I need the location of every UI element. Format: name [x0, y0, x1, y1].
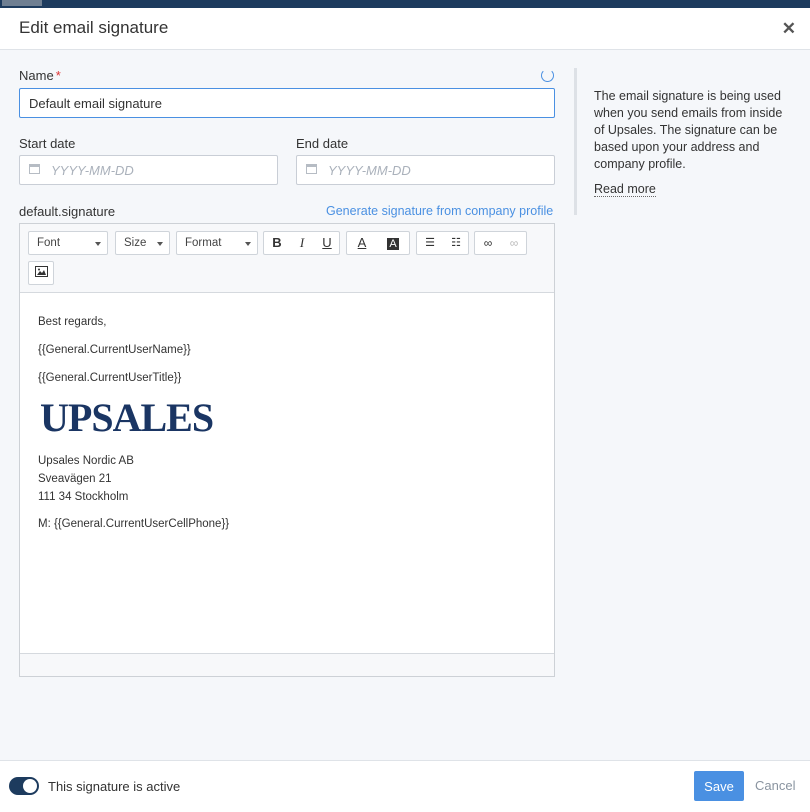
modal-title: Edit email signature [19, 18, 169, 37]
bold-button[interactable]: B [264, 232, 290, 254]
text-color-button[interactable]: A [349, 232, 375, 254]
sig-street: Sveavägen 21 [38, 473, 112, 485]
help-text: The email signature is being used when y… [594, 89, 783, 171]
text-style-group: B I U [263, 231, 340, 255]
editor-content[interactable]: Best regards, {{General.CurrentUserName}… [20, 293, 554, 653]
link-group: ∞ ∞ [474, 231, 527, 255]
insert-image-icon[interactable] [28, 261, 54, 285]
app-topbar [0, 0, 810, 8]
start-date-input[interactable]: YYYY-MM-DD [19, 155, 278, 185]
font-dropdown[interactable]: Font [28, 231, 108, 255]
sig-user-title: {{General.CurrentUserTitle}} [38, 372, 182, 384]
edit-signature-modal: Edit email signature ✕ Name * Default ema… [0, 8, 810, 812]
calendar-icon [306, 164, 317, 174]
end-date-input[interactable]: YYYY-MM-DD [296, 155, 555, 185]
company-logo: UPSALES [40, 395, 214, 440]
background-color-label: A [387, 238, 399, 250]
sig-phone: M: {{General.CurrentUserCellPhone}} [38, 518, 230, 530]
signature-label: default.signature [19, 204, 116, 219]
image-icon [34, 266, 48, 277]
calendar-icon [29, 164, 40, 174]
save-button[interactable]: Save [694, 771, 744, 801]
link-icon[interactable]: ∞ [475, 232, 501, 254]
editor-toolbar: Font Size Format B I U A A ☰ ☷ ∞ ∞ [20, 224, 554, 293]
sidebar-divider [574, 68, 577, 215]
start-date-placeholder: YYYY-MM-DD [51, 163, 134, 178]
background-color-button[interactable]: A [380, 232, 406, 254]
modal-footer: This signature is active Save Cancel [0, 760, 810, 812]
format-dropdown-label: Format [185, 237, 222, 249]
font-dropdown-label: Font [37, 237, 61, 249]
sig-greeting: Best regards, [38, 316, 107, 328]
loading-spinner-icon [541, 69, 554, 82]
signature-editor[interactable]: Font Size Format B I U A A ☰ ☷ ∞ ∞ Best … [19, 223, 555, 677]
app-tab [2, 0, 42, 6]
generate-signature-link[interactable]: Generate signature from company profile [326, 204, 553, 218]
chevron-down-icon [245, 242, 251, 246]
chevron-down-icon [157, 242, 163, 246]
bulleted-list-icon[interactable]: ☷ [443, 232, 469, 254]
end-date-placeholder: YYYY-MM-DD [328, 163, 411, 178]
read-more-link[interactable]: Read more [594, 182, 656, 197]
start-date-label: Start date [19, 136, 76, 151]
unlink-icon[interactable]: ∞ [501, 232, 527, 254]
end-date-label: End date [296, 136, 349, 151]
cancel-button[interactable]: Cancel [755, 778, 795, 793]
chevron-down-icon [95, 242, 101, 246]
list-group: ☰ ☷ [416, 231, 469, 255]
color-group: A A [346, 231, 410, 255]
name-input[interactable]: Default email signature [19, 88, 555, 118]
close-icon[interactable]: ✕ [782, 19, 796, 39]
modal-header: Edit email signature ✕ [0, 8, 810, 50]
size-dropdown[interactable]: Size [115, 231, 170, 255]
required-marker: * [55, 68, 61, 83]
format-dropdown[interactable]: Format [176, 231, 258, 255]
sig-user-name: {{General.CurrentUserName}} [38, 344, 191, 356]
size-dropdown-label: Size [124, 237, 147, 249]
toggle-knob [23, 779, 37, 793]
name-label-text: Name [19, 68, 54, 83]
sig-city: 111 34 Stockholm [38, 491, 129, 503]
active-toggle-label: This signature is active [48, 779, 181, 794]
editor-statusbar [20, 653, 554, 676]
ordered-list-icon[interactable]: ☰ [417, 232, 443, 254]
underline-button[interactable]: U [314, 232, 340, 254]
name-label: Name * [19, 68, 61, 83]
active-toggle[interactable] [9, 777, 39, 795]
italic-button[interactable]: I [289, 232, 315, 254]
sig-company: Upsales Nordic AB [38, 455, 134, 467]
